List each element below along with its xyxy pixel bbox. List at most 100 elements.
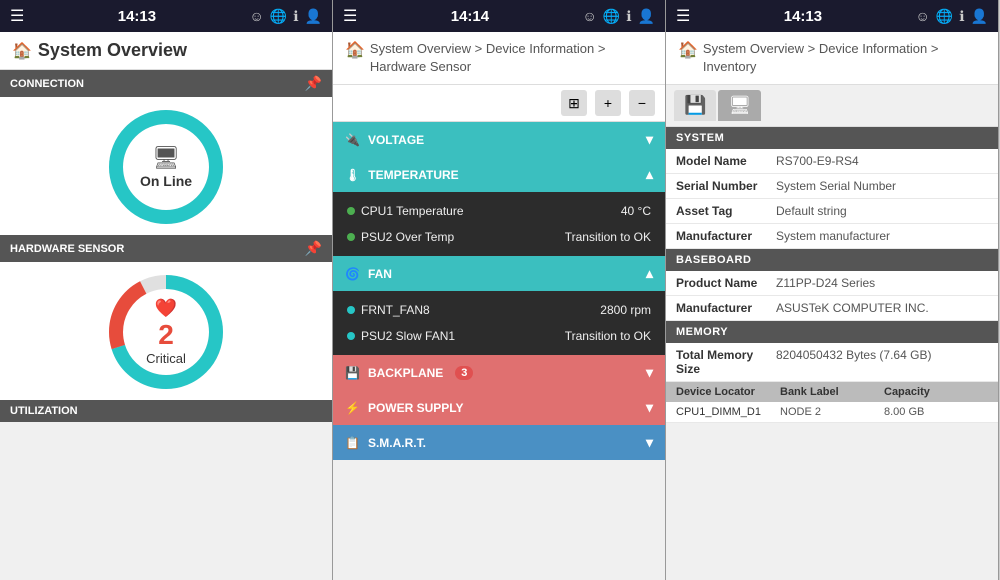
grid-view-button[interactable]: ⊞	[561, 90, 587, 116]
backplane-icon: 💾	[345, 366, 360, 380]
smart-icon: 📋	[345, 436, 360, 450]
power-supply-chevron: ▾	[646, 399, 653, 416]
psu2-fan1-name: PSU2 Slow FAN1	[361, 329, 455, 343]
critical-count: 2	[146, 319, 186, 351]
hamburger-icon-p1[interactable]: ☰	[10, 6, 24, 26]
sensor-row-psu2-temp: PSU2 Over Temp Transition to OK	[333, 224, 665, 250]
user-icon-p2: 👤	[638, 8, 655, 25]
frnt-fan8-name: FRNT_FAN8	[361, 303, 430, 317]
add-sensor-button[interactable]: +	[595, 90, 621, 116]
system-manufacturer-row: Manufacturer System manufacturer	[666, 224, 998, 249]
system-manufacturer-key: Manufacturer	[676, 229, 776, 243]
psu2-fan1-value: Transition to OK	[565, 329, 651, 343]
cpu-temp-name: CPU1 Temperature	[361, 204, 464, 218]
memory-col-locator: Device Locator	[676, 386, 780, 398]
frnt-fan8-status-dot	[347, 306, 355, 314]
memory-col-capacity: Capacity	[884, 386, 988, 398]
psu2-temp-status-dot	[347, 233, 355, 241]
memory-section-header: MEMORY	[666, 321, 998, 343]
info-icon-p3: ℹ	[959, 8, 964, 25]
sensor-accordion-list: 🔌 VOLTAGE ▾ 🌡 TEMPERATURE ▴ CPU1 Tempera…	[333, 122, 665, 580]
temperature-label: TEMPERATURE	[368, 168, 458, 182]
topbar-panel2: ☰ 14:14 ☺ 🌐 ℹ 👤	[333, 0, 665, 32]
system-serial-row: Serial Number System Serial Number	[666, 174, 998, 199]
power-supply-icon: ⚡	[345, 401, 360, 415]
critical-status-center: ❤️ 2 Critical	[146, 298, 186, 366]
home-icon-p1: 🏠	[12, 41, 32, 61]
critical-text: Critical	[146, 351, 186, 366]
topbar-panel3: ☰ 14:13 ☺ 🌐 ℹ 👤	[666, 0, 998, 32]
fan-accordion-header[interactable]: 🌀 FAN ▴	[333, 256, 665, 291]
temperature-accordion-body: CPU1 Temperature 40 °C PSU2 Over Temp Tr…	[333, 192, 665, 256]
inv-tab-system[interactable]: 🖥	[718, 90, 761, 121]
hardware-sensor-donut: ❤️ 2 Critical	[106, 272, 226, 392]
memory-table-row-1: CPU1_DIMM_D1 NODE 2 8.00 GB	[666, 402, 998, 423]
psu2-temp-value: Transition to OK	[565, 230, 651, 244]
fan-icon: 🌀	[345, 267, 360, 281]
memory-table-header: Device Locator Bank Label Capacity	[666, 382, 998, 402]
memory-locator-val: CPU1_DIMM_D1	[676, 406, 780, 418]
user-icon-p3: 👤	[971, 8, 988, 25]
backplane-label: BACKPLANE	[368, 366, 443, 380]
panel-hardware-sensor: ☰ 14:14 ☺ 🌐 ℹ 👤 🏠 System Overview > Devi…	[333, 0, 666, 580]
backplane-badge: 3	[455, 366, 473, 380]
system-manufacturer-val: System manufacturer	[776, 229, 988, 243]
smart-chevron: ▾	[646, 434, 653, 451]
baseboard-manufacturer-key: Manufacturer	[676, 301, 776, 315]
temperature-chevron: ▴	[646, 166, 653, 183]
system-model-row: Model Name RS700-E9-RS4	[666, 149, 998, 174]
time-p1: 14:13	[118, 8, 156, 25]
breadcrumb-p3: 🏠 System Overview > Device Information >…	[666, 32, 998, 85]
hardware-sensor-label: HARDWARE SENSOR	[10, 243, 124, 255]
monitor-icon: 🖥	[140, 145, 192, 171]
system-section-header: SYSTEM	[666, 127, 998, 149]
memory-col-bank: Bank Label	[780, 386, 884, 398]
cpu-temp-value: 40 °C	[621, 204, 651, 218]
panel-system-overview: ☰ 14:13 ☺ 🌐 ℹ 👤 🏠 System Overview CONNEC…	[0, 0, 333, 580]
smart-accordion-header[interactable]: 📋 S.M.A.R.T. ▾	[333, 425, 665, 460]
voltage-accordion-header[interactable]: 🔌 VOLTAGE ▾	[333, 122, 665, 157]
connection-status-center: 🖥 On Line	[140, 145, 192, 189]
temperature-accordion-header[interactable]: 🌡 TEMPERATURE ▴	[333, 157, 665, 192]
pin-icon-hardware[interactable]: 📌	[305, 240, 322, 257]
hardware-sensor-section-header: HARDWARE SENSOR 📌	[0, 235, 332, 262]
voltage-chevron: ▾	[646, 131, 653, 148]
globe-icon-p3: 🌐	[936, 8, 953, 25]
system-model-key: Model Name	[676, 154, 776, 168]
heart-icon: ❤️	[146, 298, 186, 319]
remove-sensor-button[interactable]: −	[629, 90, 655, 116]
title-bar-p1: 🏠 System Overview	[0, 32, 332, 70]
memory-total-val: 8204050432 Bytes (7.64 GB)	[776, 348, 988, 362]
pin-icon-connection[interactable]: 📌	[305, 75, 322, 92]
inv-tab-storage[interactable]: 💾	[674, 90, 716, 121]
baseboard-section-header: BASEBOARD	[666, 249, 998, 271]
power-supply-accordion-header[interactable]: ⚡ POWER SUPPLY ▾	[333, 390, 665, 425]
baseboard-product-key: Product Name	[676, 276, 776, 290]
voltage-icon: 🔌	[345, 133, 360, 147]
inventory-tabs: 💾 🖥	[666, 85, 998, 127]
info-icon-p1: ℹ	[293, 8, 298, 25]
time-p3: 14:13	[784, 8, 822, 25]
breadcrumb-text-p2: System Overview > Device Information > H…	[370, 40, 653, 76]
home-icon-p2: 🏠	[345, 40, 365, 62]
sensor-row-frnt-fan8: FRNT_FAN8 2800 rpm	[333, 297, 665, 323]
hamburger-icon-p2[interactable]: ☰	[343, 6, 357, 26]
memory-bank-val: NODE 2	[780, 406, 884, 418]
baseboard-manufacturer-row: Manufacturer ASUSTeK COMPUTER INC.	[666, 296, 998, 321]
sensor-row-psu2-fan1: PSU2 Slow FAN1 Transition to OK	[333, 323, 665, 349]
backplane-chevron: ▾	[646, 364, 653, 381]
system-model-val: RS700-E9-RS4	[776, 154, 988, 168]
hamburger-icon-p3[interactable]: ☰	[676, 6, 690, 26]
backplane-accordion-header[interactable]: 💾 BACKPLANE 3 ▾	[333, 355, 665, 390]
utilization-label: UTILIZATION	[10, 405, 78, 417]
user-icon-p1: 👤	[305, 8, 322, 25]
voltage-label: VOLTAGE	[368, 133, 424, 147]
inventory-content: SYSTEM Model Name RS700-E9-RS4 Serial Nu…	[666, 127, 998, 580]
baseboard-product-val: Z11PP-D24 Series	[776, 276, 988, 290]
psu2-temp-name: PSU2 Over Temp	[361, 230, 454, 244]
smiley-icon-p3: ☺	[916, 8, 930, 24]
baseboard-manufacturer-val: ASUSTeK COMPUTER INC.	[776, 301, 988, 315]
panel-inventory: ☰ 14:13 ☺ 🌐 ℹ 👤 🏠 System Overview > Devi…	[666, 0, 999, 580]
system-asset-val: Default string	[776, 204, 988, 218]
time-p2: 14:14	[451, 8, 489, 25]
